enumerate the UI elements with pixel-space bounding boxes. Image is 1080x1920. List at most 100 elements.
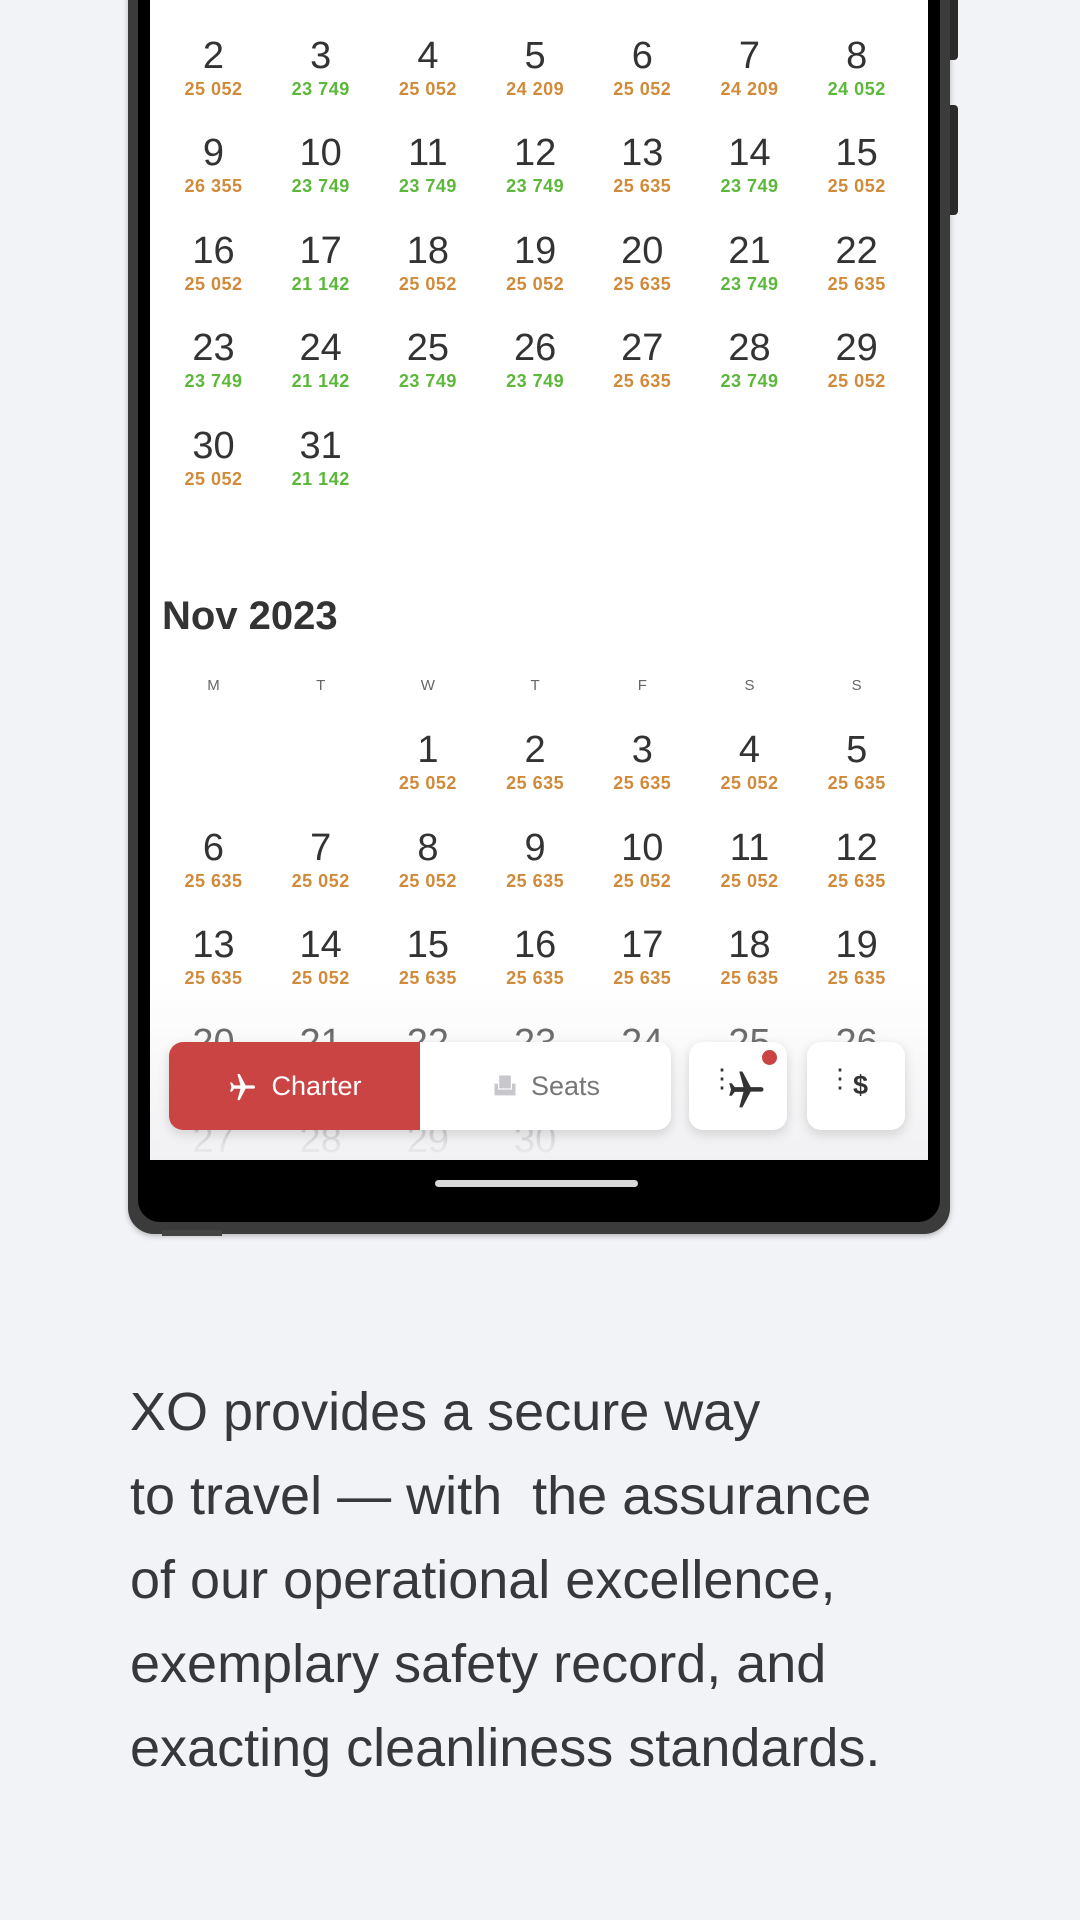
day-cell[interactable]: 11 23 749 — [374, 131, 481, 197]
flights-menu-button[interactable]: ⋮ — [689, 1042, 787, 1130]
day-cell[interactable]: 18 25 052 — [374, 229, 481, 295]
day-price: 23 749 — [291, 176, 350, 196]
airplane-icon — [729, 1071, 764, 1108]
day-cell[interactable]: 4 25 052 — [696, 728, 803, 794]
day-cell[interactable]: 15 25 052 — [803, 131, 910, 197]
day-cell[interactable]: 14 25 052 — [267, 923, 374, 989]
day-price: 23 749 — [720, 371, 779, 391]
day-price: 25 052 — [613, 870, 672, 891]
day-cell[interactable]: 12 23 749 — [482, 131, 589, 197]
day-cell[interactable]: 125 635 — [803, 0, 910, 2]
weekday-label: S — [744, 677, 755, 694]
day-number: 18 — [728, 924, 771, 966]
day-cell[interactable]: 30 25 052 — [160, 424, 267, 490]
day-price: 25 635 — [398, 968, 457, 988]
day-cell[interactable]: 3 25 635 — [589, 728, 696, 794]
day-cell[interactable]: 13 25 635 — [160, 923, 267, 989]
day-number: 6 — [202, 826, 225, 869]
day-cell[interactable]: 3 23 749 — [267, 34, 374, 100]
day-price: 24 209 — [720, 78, 779, 99]
day-number: 18 — [406, 229, 450, 272]
day-cell[interactable]: 1 25 052 — [374, 728, 481, 794]
day-cell[interactable]: 17 25 635 — [589, 923, 696, 989]
day-cell[interactable]: 16 25 635 — [482, 923, 589, 989]
day-number: 19 — [835, 924, 878, 966]
day-price: 25 635 — [184, 968, 243, 988]
tagline-line: to travel — with the assurance — [130, 1466, 872, 1526]
day-cell[interactable]: 21 23 749 — [696, 229, 803, 295]
day-price: 25 635 — [613, 273, 672, 294]
day-cell[interactable]: 19 25 635 — [803, 923, 910, 989]
day-cell[interactable]: 9 25 635 — [482, 826, 589, 892]
home-indicator[interactable] — [435, 1180, 638, 1187]
day-number: 2 — [202, 34, 225, 77]
day-cell[interactable]: 9 26 355 — [160, 131, 267, 197]
day-cell[interactable]: 28 23 749 — [696, 326, 803, 392]
day-number: 4 — [738, 729, 761, 771]
day-cell[interactable]: 18 25 635 — [696, 923, 803, 989]
seats-tab[interactable]: Seats — [420, 1042, 671, 1130]
day-cell[interactable]: 8 24 052 — [803, 34, 910, 100]
day-cell[interactable]: 6 25 052 — [589, 34, 696, 100]
day-cell[interactable]: 27 25 635 — [589, 326, 696, 392]
day-number: 12 — [835, 826, 878, 869]
day-number: 20 — [621, 229, 664, 272]
day-cell[interactable]: 20 25 635 — [589, 229, 696, 295]
weekday-label: M — [207, 677, 220, 694]
day-cell[interactable]: 8 25 052 — [374, 826, 481, 892]
day-cell[interactable]: 17 21 142 — [267, 229, 374, 295]
day-cell[interactable]: 16 25 052 — [160, 229, 267, 295]
day-cell[interactable]: 14 23 749 — [696, 131, 803, 197]
day-number: 9 — [202, 132, 225, 174]
day-price: 23 749 — [398, 176, 457, 196]
day-price: 25 635 — [184, 870, 243, 891]
day-cell[interactable]: 5 25 635 — [803, 728, 910, 794]
day-cell[interactable]: 19 25 052 — [482, 229, 589, 295]
day-price: 24 052 — [827, 78, 886, 99]
day-number: 7 — [310, 826, 332, 869]
day-price: 25 635 — [827, 773, 886, 793]
day-cell[interactable]: 2 25 635 — [482, 728, 589, 794]
day-cell[interactable]: 15 25 635 — [374, 923, 481, 989]
day-cell[interactable]: 6 25 635 — [160, 826, 267, 892]
day-number: 13 — [192, 924, 235, 966]
day-price: 25 052 — [398, 870, 457, 891]
day-cell[interactable]: 12 25 635 — [803, 826, 910, 892]
day-number: 30 — [192, 424, 235, 467]
day-number: 17 — [299, 229, 342, 272]
day-price: 25 635 — [613, 371, 672, 391]
day-cell[interactable]: 26 23 749 — [482, 326, 589, 392]
charter-tab[interactable]: Charter — [169, 1042, 420, 1130]
day-cell[interactable]: 13 25 635 — [589, 131, 696, 197]
day-cell[interactable]: 25 23 749 — [374, 326, 481, 392]
day-cell[interactable]: 11 25 052 — [696, 826, 803, 892]
price-menu-button[interactable]: ⋮ $ — [807, 1042, 905, 1130]
day-cell[interactable]: 4 25 052 — [374, 34, 481, 100]
day-cell[interactable]: 2 25 052 — [160, 34, 267, 100]
day-number: 24 — [299, 327, 342, 369]
day-cell[interactable]: 31 21 142 — [267, 424, 374, 490]
day-cell[interactable]: 10 23 749 — [267, 131, 374, 197]
weekday-label: T — [316, 677, 326, 694]
day-number: 5 — [846, 729, 868, 771]
day-price: 25 052 — [720, 773, 779, 793]
day-cell[interactable]: 5 24 209 — [482, 34, 589, 100]
day-cell[interactable]: 10 25 052 — [589, 826, 696, 892]
day-number: 7 — [738, 34, 761, 77]
day-price: 25 635 — [803, 0, 910, 2]
day-number: 25 — [406, 327, 450, 369]
day-cell[interactable]: 7 24 209 — [696, 34, 803, 100]
day-price: 25 052 — [506, 273, 565, 294]
day-number: 13 — [621, 132, 664, 174]
day-cell[interactable]: 7 25 052 — [267, 826, 374, 892]
day-cell[interactable]: 29 25 052 — [803, 326, 910, 392]
day-price: 25 052 — [398, 78, 457, 99]
day-price: 23 749 — [720, 273, 779, 294]
day-cell[interactable]: 23 23 749 — [160, 326, 267, 392]
day-number: 11 — [408, 132, 448, 174]
day-number: 15 — [835, 132, 878, 174]
day-cell[interactable]: 24 21 142 — [267, 326, 374, 392]
day-price: 25 052 — [827, 371, 886, 391]
day-cell[interactable]: 22 25 635 — [803, 229, 910, 295]
day-price: 25 052 — [613, 78, 672, 99]
